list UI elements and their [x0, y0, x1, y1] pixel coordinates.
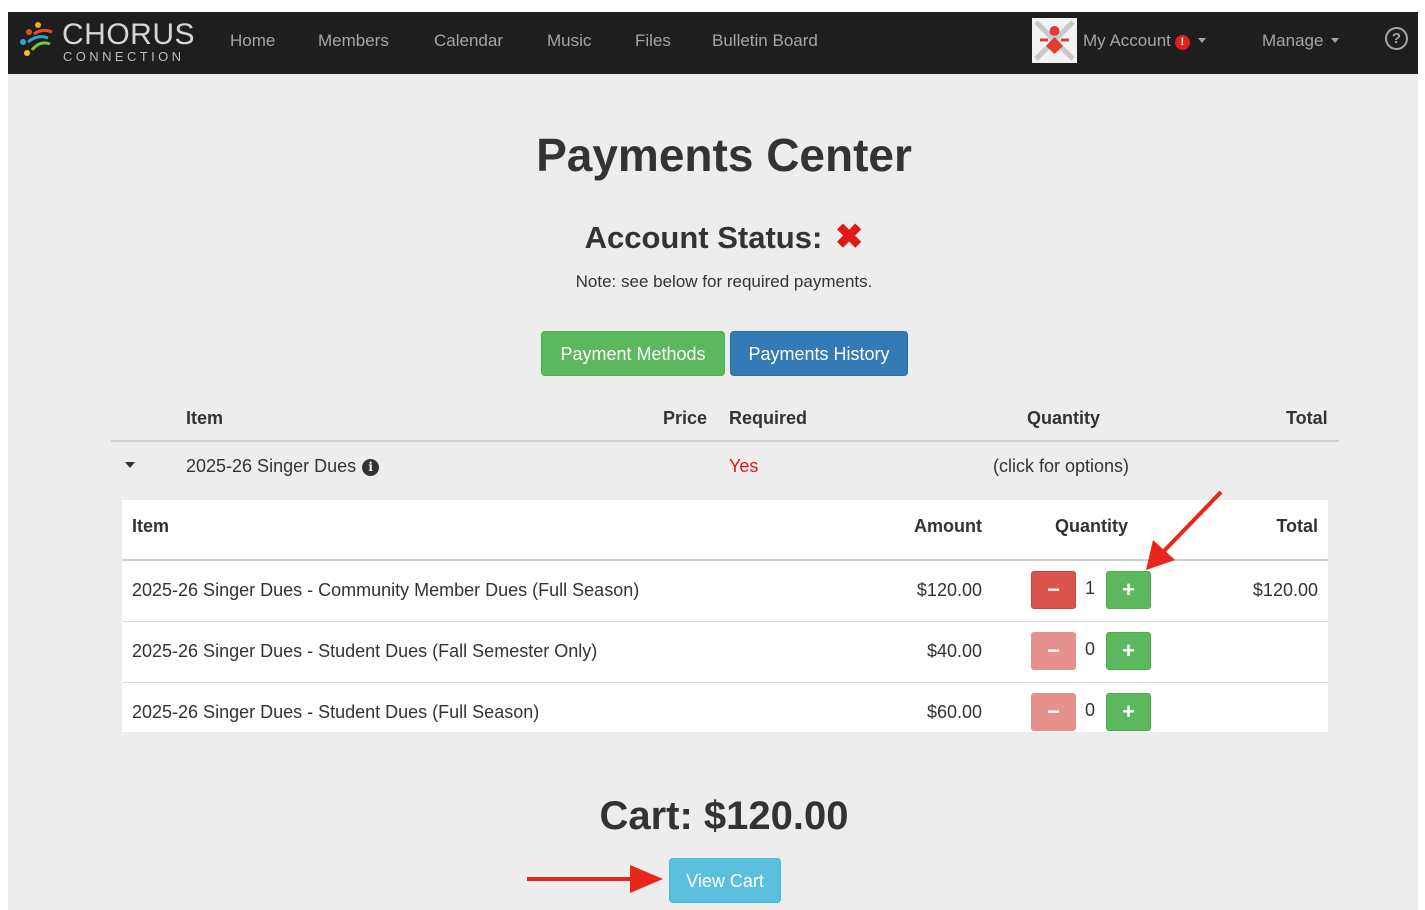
annotation-arrow-to-view-cart	[527, 865, 663, 893]
annotation-arrows	[527, 490, 1223, 893]
app-frame: CHORUS CONNECTION Home Members Calendar …	[8, 12, 1418, 910]
annotation-arrow-to-plus	[1146, 490, 1223, 570]
